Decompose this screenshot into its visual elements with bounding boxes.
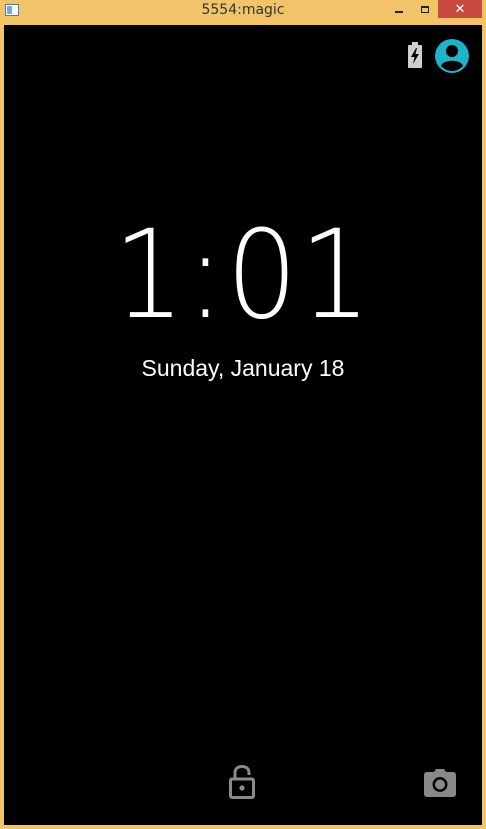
unlock-icon[interactable]: [229, 765, 255, 799]
lockscreen-date: Sunday, January 18: [141, 355, 345, 381]
battery-charging-icon: [408, 42, 422, 68]
camera-icon[interactable]: [424, 769, 456, 797]
maximize-button[interactable]: [412, 0, 438, 18]
device-screen[interactable]: 1:01 Sunday, January 18: [4, 25, 482, 825]
user-avatar-icon[interactable]: [434, 38, 470, 74]
close-button[interactable]: ✕: [438, 0, 482, 18]
lockscreen-clock: 1:01: [113, 204, 373, 346]
minimize-button[interactable]: [386, 0, 412, 18]
maximize-icon: [421, 5, 429, 13]
minimize-icon: [395, 11, 403, 13]
title-bar[interactable]: 5554:magic ✕: [0, 0, 486, 24]
app-window-icon[interactable]: [5, 4, 19, 16]
emulator-window: 5554:magic ✕ 1:01 Sunday, January 18: [0, 0, 486, 829]
